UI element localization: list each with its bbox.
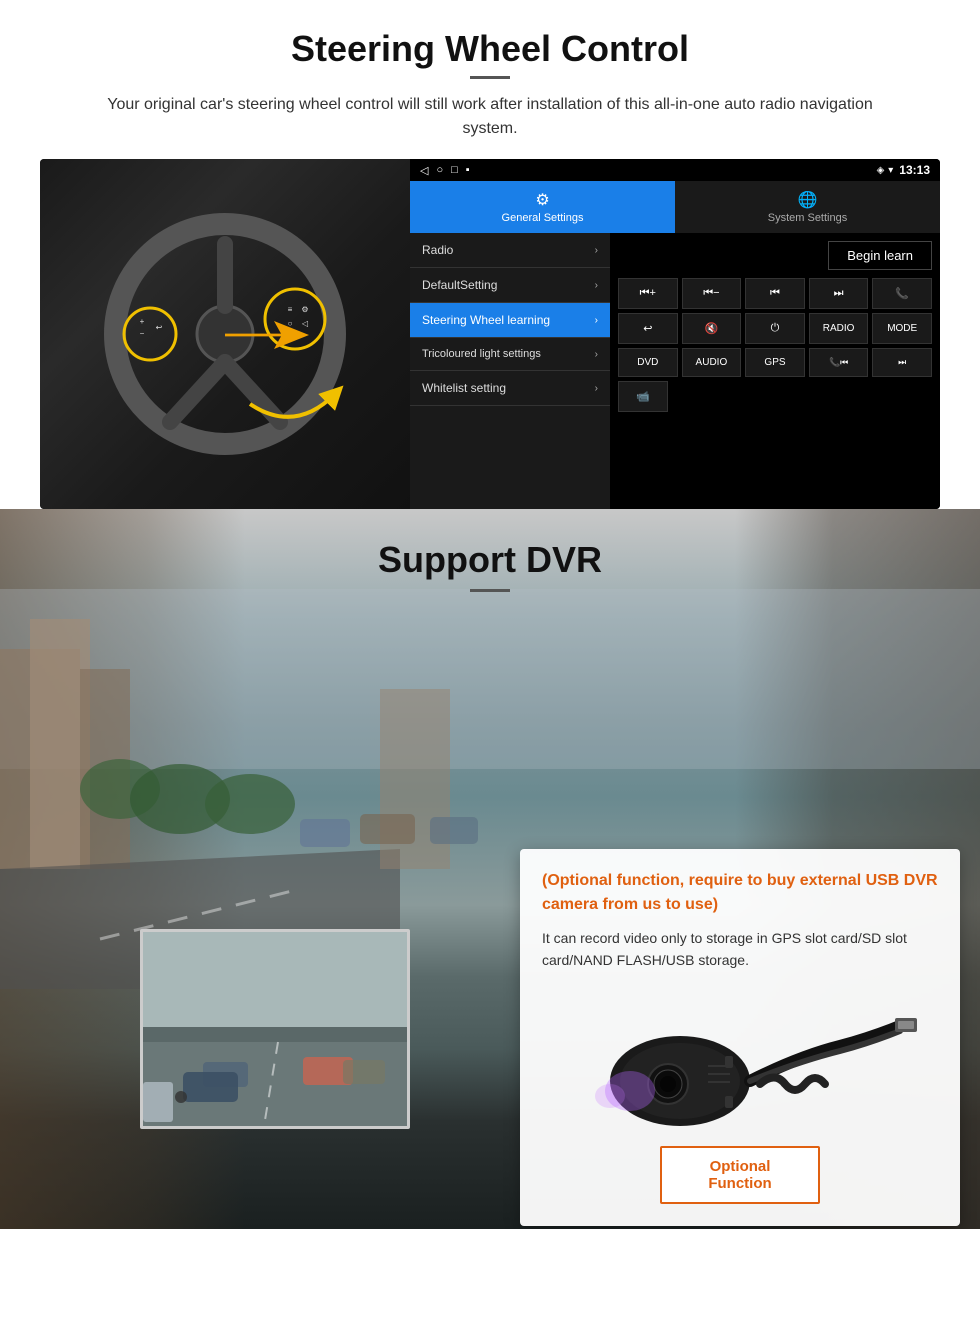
ctrl-audio[interactable]: AUDIO bbox=[682, 348, 742, 377]
dvr-card-body: It can record video only to storage in G… bbox=[542, 927, 938, 972]
dvr-info-card: (Optional function, require to buy exter… bbox=[520, 849, 960, 1226]
optional-function-button[interactable]: Optional Function bbox=[660, 1146, 820, 1204]
steering-title: Steering Wheel Control bbox=[40, 28, 940, 70]
dvr-title-area: Support DVR bbox=[0, 509, 980, 602]
menu-controls: Radio › DefaultSetting › Steering Wheel … bbox=[410, 233, 940, 509]
menu-item-tricoloured[interactable]: Tricoloured light settings › bbox=[410, 338, 610, 371]
chevron-icon: › bbox=[595, 349, 598, 360]
menu-item-whitelist[interactable]: Whitelist setting › bbox=[410, 371, 610, 406]
menu-default-label: DefaultSetting bbox=[422, 278, 497, 292]
dvr-camera-illustration bbox=[542, 986, 938, 1146]
ctrl-phone-prev[interactable]: 📞⏮ bbox=[809, 348, 869, 377]
android-ui: ◁ ○ □ ▪ ◈ ▾ 13:13 ⚙ General Settings bbox=[410, 159, 940, 509]
tab-system-settings[interactable]: 🌐 System Settings bbox=[675, 181, 940, 233]
back-nav-icon[interactable]: ◁ bbox=[420, 164, 428, 177]
svg-text:◁: ◁ bbox=[302, 319, 309, 328]
ctrl-next[interactable]: ⏭ bbox=[809, 278, 869, 309]
menu-item-steering[interactable]: Steering Wheel learning › bbox=[410, 303, 610, 338]
ctrl-power[interactable]: ⏻ bbox=[745, 313, 805, 344]
dvr-screenshot-thumbnail bbox=[140, 929, 410, 1129]
ctrl-gps[interactable]: GPS bbox=[745, 348, 805, 377]
ctrl-mode[interactable]: MODE bbox=[872, 313, 932, 344]
general-settings-icon: ⚙ bbox=[535, 190, 549, 210]
tab-general-label: General Settings bbox=[502, 212, 584, 224]
status-bar: ◁ ○ □ ▪ ◈ ▾ 13:13 bbox=[410, 159, 940, 181]
ctrl-mute[interactable]: 🔇 bbox=[682, 313, 742, 344]
menu-tricoloured-label: Tricoloured light settings bbox=[422, 348, 541, 360]
right-controls: Begin learn ⏮+ ⏮− ⏮ ⏭ 📞 ↩ 🔇 ⏻ bbox=[610, 233, 940, 509]
controls-grid-row2: ↩ 🔇 ⏻ RADIO MODE bbox=[618, 313, 932, 344]
svg-text:+: + bbox=[140, 317, 145, 326]
dvr-screenshot-content bbox=[143, 932, 410, 1129]
menu-steering-label: Steering Wheel learning bbox=[422, 313, 550, 327]
ctrl-dvd[interactable]: DVD bbox=[618, 348, 678, 377]
tab-bar: ⚙ General Settings 🌐 System Settings bbox=[410, 181, 940, 233]
camera-svg bbox=[560, 996, 920, 1146]
svg-text:↩: ↩ bbox=[156, 323, 163, 332]
menu-item-radio[interactable]: Radio › bbox=[410, 233, 610, 268]
signal-icons: ◈ ▾ bbox=[877, 165, 894, 176]
status-time: 13:13 bbox=[899, 163, 930, 177]
location-icon: ◈ bbox=[877, 165, 885, 176]
recent-nav-icon[interactable]: □ bbox=[451, 164, 458, 177]
dvr-title-divider bbox=[470, 589, 510, 592]
svg-text:−: − bbox=[140, 329, 145, 338]
steering-composite: + − ↩ ≡ ⚙ ○ ◁ ◁ ○ □ ▪ ◈ ▾ bbox=[40, 159, 940, 509]
chevron-icon: › bbox=[595, 245, 598, 256]
tab-system-label: System Settings bbox=[768, 212, 847, 224]
home-nav-icon[interactable]: ○ bbox=[436, 164, 443, 177]
menu-whitelist-label: Whitelist setting bbox=[422, 381, 506, 395]
ctrl-prev[interactable]: ⏮ bbox=[745, 278, 805, 309]
dvr-section: Support DVR bbox=[0, 509, 980, 1229]
ctrl-back[interactable]: ↩ bbox=[618, 313, 678, 344]
dvr-card-title: (Optional function, require to buy exter… bbox=[542, 869, 938, 917]
chevron-icon: › bbox=[595, 315, 598, 326]
steering-section: Steering Wheel Control Your original car… bbox=[0, 0, 980, 509]
controls-grid-row1: ⏮+ ⏮− ⏮ ⏭ 📞 bbox=[618, 278, 932, 309]
steering-subtitle: Your original car's steering wheel contr… bbox=[80, 93, 900, 141]
svg-text:⚙: ⚙ bbox=[301, 305, 308, 314]
menu-radio-label: Radio bbox=[422, 243, 453, 257]
ctrl-vol-down[interactable]: ⏮− bbox=[682, 278, 742, 309]
system-settings-icon: 🌐 bbox=[798, 190, 818, 210]
menu-item-default[interactable]: DefaultSetting › bbox=[410, 268, 610, 303]
steering-photo: + − ↩ ≡ ⚙ ○ ◁ bbox=[40, 159, 410, 509]
begin-learn-button[interactable]: Begin learn bbox=[828, 241, 932, 270]
menu-nav-icon[interactable]: ▪ bbox=[466, 164, 470, 177]
ctrl-dvr[interactable]: 📹 bbox=[618, 381, 668, 412]
svg-text:≡: ≡ bbox=[288, 305, 293, 314]
left-menu: Radio › DefaultSetting › Steering Wheel … bbox=[410, 233, 610, 509]
ctrl-radio-btn[interactable]: RADIO bbox=[809, 313, 869, 344]
tab-general-settings[interactable]: ⚙ General Settings bbox=[410, 181, 675, 233]
svg-text:○: ○ bbox=[288, 319, 293, 328]
nav-icons: ◁ ○ □ ▪ bbox=[420, 164, 470, 177]
controls-row4: 📹 bbox=[618, 381, 932, 412]
begin-learn-row: Begin learn bbox=[618, 241, 932, 270]
chevron-icon: › bbox=[595, 280, 598, 291]
wifi-icon: ▾ bbox=[888, 165, 893, 176]
ctrl-next2[interactable]: ⏭ bbox=[872, 348, 932, 377]
dvr-title: Support DVR bbox=[0, 539, 980, 581]
title-divider bbox=[470, 76, 510, 79]
controls-grid-row3: DVD AUDIO GPS 📞⏮ ⏭ bbox=[618, 348, 932, 377]
ctrl-phone[interactable]: 📞 bbox=[872, 278, 932, 309]
steering-wheel-svg: + − ↩ ≡ ⚙ ○ ◁ bbox=[95, 204, 355, 464]
ctrl-vol-up[interactable]: ⏮+ bbox=[618, 278, 678, 309]
chevron-icon: › bbox=[595, 383, 598, 394]
